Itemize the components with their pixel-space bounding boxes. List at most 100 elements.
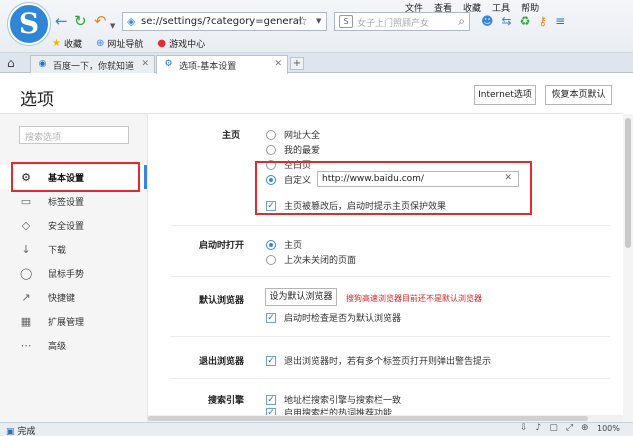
sidebar-item-tabs[interactable]: ▭ 标签设置 [0,189,147,213]
startup-option-homepage[interactable]: 主页 [266,238,302,251]
key-icon[interactable]: ⚷ [538,14,547,28]
page-icon: ▣ [6,427,15,436]
sidebar-item-mouse[interactable]: ◯ 鼠标手势 [0,261,147,285]
tab-baidu[interactable]: ◉ 百度一下，你就知道 ✕ [30,55,155,73]
checkbox-checked[interactable]: ✓ [266,394,276,405]
bookmark-star-icon[interactable]: ☆ [297,14,308,28]
bookmark-nav[interactable]: ⊕ 网址导航 [96,37,143,50]
set-default-browser-button[interactable]: 设为默认浏览器 [265,288,337,306]
settings-favicon-icon: ⚙ [164,59,173,69]
browser-toolbar: S ← ↻ ↶ ▼ ◈ se://settings/?category=gene… [0,0,633,53]
menu-bar: 文件 查看 收藏 工具 帮助 [405,1,550,14]
tab-label: 选项-基本设置 [179,62,237,72]
address-url[interactable]: se://settings/?category=general [141,16,302,27]
close-tab-icon[interactable]: ✕ [141,59,149,69]
status-text: ▣ 完成 [6,427,36,436]
tab-icon: ▭ [20,194,32,208]
scroll-thumb[interactable] [148,416,588,421]
sidebar-item-extensions[interactable]: ▦ 扩展管理 [0,309,147,333]
browser-logo[interactable]: S [8,3,50,45]
bookmark-favorites[interactable]: ★ 收藏 [52,37,82,50]
undo-dropdown-icon[interactable]: ▼ [110,19,115,34]
search-placeholder[interactable]: 女子上门照顾产女 [357,16,429,29]
menu-item-file[interactable]: 文件 [405,1,423,14]
horizontal-scrollbar[interactable] [148,415,623,422]
home-icon[interactable]: ⌂ [7,56,15,70]
sidebar-item-download[interactable]: ↓ 下载 [0,237,147,261]
vertical-scrollbar[interactable] [623,114,633,422]
more-icon: ⋯ [20,338,32,352]
star-icon: ★ [52,38,61,49]
address-dropdown-icon[interactable]: ▼ [316,17,321,25]
exit-warning-option[interactable]: ✓ 退出浏览器时，若有多个标签页打开则弹出警告提示 [266,354,491,367]
refresh-icon[interactable]: ↻ [74,14,87,29]
undo-icon[interactable]: ↶ [94,14,107,29]
menu-item-view[interactable]: 查看 [434,1,452,14]
zoom-level[interactable]: 100% [597,424,620,433]
default-browser-warning: 搜狗高速浏览器目前还不是默认浏览器 [346,294,482,303]
checkbox-checked[interactable]: ✓ [266,312,276,323]
radio-button[interactable] [266,129,276,140]
options-search-input[interactable]: 搜索选项 [19,126,129,144]
menu-item-help[interactable]: 帮助 [521,1,539,14]
download-status-icon[interactable]: ⇩ [520,423,528,433]
default-browser-section-label: 默认浏览器 [198,296,244,306]
secure-shield-icon: ◈ [127,15,136,28]
section-divider [170,225,610,226]
menu-item-favorites[interactable]: 收藏 [463,1,481,14]
sidebar-highlight-box [11,162,140,192]
sidebar-item-advanced[interactable]: ⋯ 高级 [0,333,147,357]
bookmark-bar: ★ 收藏 ⊕ 网址导航 ● 游戏中心 [52,37,219,50]
sidebar-item-security[interactable]: ◇ 安全设置 [0,213,147,237]
sidebar-item-shortcut[interactable]: ↗ 快捷键 [0,285,147,309]
radio-button[interactable] [266,144,276,155]
radio-button[interactable] [266,239,276,250]
tab-bar: ⌂ ◉ 百度一下，你就知道 ✕ ⚙ 选项-基本设置 ✕ + [0,53,633,74]
toolbar-icons: ☻ ⇆ ♻ ⚷ ≡ [481,14,573,28]
startup-section-label: 启动时打开 [198,241,244,251]
section-divider [170,276,610,277]
zoom-icon[interactable]: ⊕ [581,423,589,433]
close-tab-icon[interactable]: ✕ [274,59,282,69]
tab-settings[interactable]: ⚙ 选项-基本设置 ✕ [156,55,288,74]
search-box[interactable]: S 女子上门照顾产女 ⌕ [334,12,470,31]
homepage-option-favorite[interactable]: 我的最爱 [266,143,320,156]
search-engine-icon[interactable]: S [339,15,353,28]
restore-default-button[interactable]: 恢复本页默认 [545,85,612,105]
shield-icon: ◇ [21,218,31,232]
exit-browser-section-label: 退出浏览器 [198,357,244,367]
hamburger-icon[interactable]: ≡ [555,14,565,28]
section-divider [170,378,610,379]
sync-icon[interactable]: ⇆ [502,14,512,28]
checkbox-checked[interactable]: ✓ [266,355,276,366]
baidu-favicon-icon: ◉ [38,59,47,69]
startup-option-last-session[interactable]: 上次未关闭的页面 [266,253,356,266]
extension-icon: ▦ [20,314,32,328]
bookmark-games[interactable]: ● 游戏中心 [157,37,205,50]
scroll-thumb[interactable] [625,118,631,248]
back-icon[interactable]: ← [55,14,68,29]
new-tab-button[interactable]: + [290,57,304,70]
homepage-option-nav[interactable]: 网址大全 [266,128,320,141]
status-icons: ⇩ ♪ ▢ ⤢ ⊕ [520,423,597,433]
internet-options-button[interactable]: Internet选项 [474,85,536,105]
fullscreen-icon[interactable]: ⤢ [566,423,573,433]
search-engine-sync-option[interactable]: ✓ 地址栏搜索引擎与搜索栏一致 [266,393,401,406]
homepage-section-label: 主页 [221,131,240,141]
status-bar: ▣ 完成 ⇩ ♪ ▢ ⤢ ⊕ 100% [0,422,633,436]
search-engine-section-label: 搜索引擎 [207,396,244,406]
menu-item-tools[interactable]: 工具 [492,1,510,14]
check-default-browser-option[interactable]: ✓ 启动时检查是否为默认浏览器 [266,311,401,324]
sound-icon[interactable]: ♪ [536,423,542,433]
settings-sidebar: 搜索选项 ⚙ 基本设置 ▭ 标签设置 ◇ 安全设置 ↓ 下载 ◯ 鼠标手势 ↗ … [0,114,148,422]
tab-label: 百度一下，你就知道 [53,62,135,72]
radio-button[interactable] [266,254,276,265]
shortcut-icon: ↗ [21,290,31,304]
user-icon[interactable]: ☻ [481,14,494,28]
search-icon[interactable]: ⌕ [458,14,465,29]
window-icon[interactable]: ▢ [549,423,558,433]
globe-icon: ⊕ [95,38,105,49]
recycle-icon[interactable]: ♻ [520,14,531,28]
download-icon: ↓ [21,242,31,256]
section-divider [170,336,610,337]
